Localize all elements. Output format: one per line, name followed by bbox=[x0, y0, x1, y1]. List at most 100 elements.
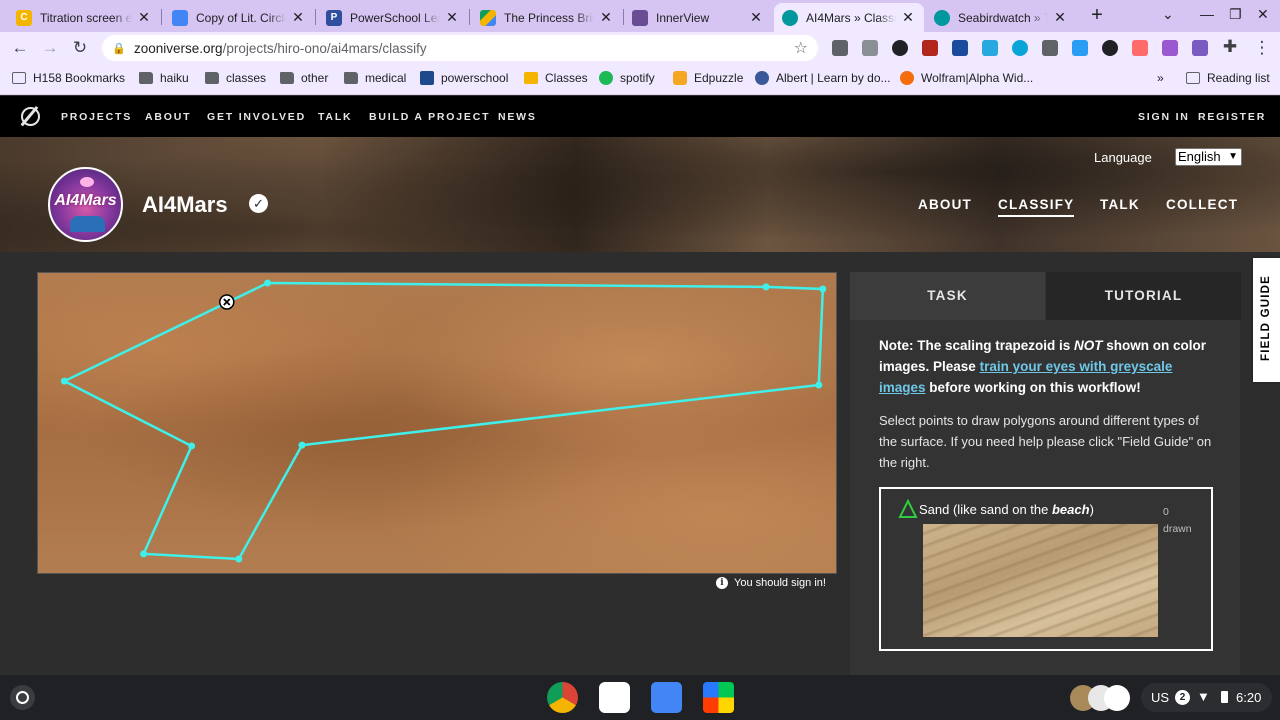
site-nav: PROJECTS ABOUT GET INVOLVED TALK BUILD A… bbox=[0, 96, 1280, 137]
tab-ai4mars[interactable]: AI4Mars » Classify ✕ bbox=[774, 3, 924, 32]
bookmark-star-icon[interactable]: ☆ bbox=[794, 38, 808, 58]
register-link[interactable]: REGISTER bbox=[1198, 111, 1266, 123]
docs-icon[interactable] bbox=[651, 682, 682, 713]
tab-lit-circle[interactable]: Copy of Lit. Circle ✕ bbox=[164, 3, 314, 32]
nav-build-a-project[interactable]: BUILD A PROJECT bbox=[369, 111, 490, 123]
extension-icon[interactable] bbox=[862, 40, 878, 56]
extension-icon[interactable] bbox=[1042, 40, 1058, 56]
tab-innerview[interactable]: InnerView ✕ bbox=[624, 3, 772, 32]
tab-seabirdwatch[interactable]: Seabirdwatch » Ta ✕ bbox=[926, 3, 1076, 32]
avatar-rover-icon bbox=[70, 216, 105, 232]
project-nav-collect[interactable]: COLLECT bbox=[1166, 197, 1238, 212]
extension-icon[interactable] bbox=[1072, 40, 1088, 56]
polygon-vertex[interactable] bbox=[815, 381, 823, 389]
chrome-icon[interactable] bbox=[547, 682, 578, 713]
bookmark-wolfram[interactable]: Wolfram|Alpha Wid... bbox=[900, 71, 1033, 85]
project-nav-talk[interactable]: TALK bbox=[1100, 197, 1140, 212]
extension-icon[interactable] bbox=[892, 40, 908, 56]
restore-icon[interactable]: ❐ bbox=[1229, 6, 1242, 23]
tab-powerschool[interactable]: P PowerSchool Lear ✕ bbox=[318, 3, 468, 32]
back-icon[interactable]: ← bbox=[10, 38, 30, 58]
nav-get-involved[interactable]: GET INVOLVED bbox=[207, 111, 306, 123]
polygon-vertex[interactable] bbox=[264, 279, 272, 287]
nav-about[interactable]: ABOUT bbox=[145, 111, 191, 123]
new-tab-button[interactable]: + bbox=[1086, 5, 1108, 27]
tab-princess-bride[interactable]: The Princess Bride ✕ bbox=[472, 3, 622, 32]
extension-icon[interactable] bbox=[1162, 40, 1178, 56]
bookmark-h158[interactable]: H158 Bookmarks bbox=[12, 71, 125, 85]
bookmark-medical[interactable]: medical bbox=[344, 71, 406, 85]
chevron-down-icon: ▼ bbox=[1228, 151, 1238, 162]
close-tab-icon[interactable]: ✕ bbox=[900, 9, 916, 26]
forward-icon[interactable]: → bbox=[40, 38, 60, 58]
polygon-vertex[interactable] bbox=[819, 285, 827, 293]
bookmark-spotify[interactable]: spotify bbox=[599, 71, 655, 85]
close-tab-icon[interactable]: ✕ bbox=[748, 9, 764, 26]
bookmark-haiku[interactable]: haiku bbox=[139, 71, 189, 85]
polygon-vertex[interactable] bbox=[60, 377, 68, 385]
tab-titration[interactable]: C Titration screen ex ✕ bbox=[8, 3, 160, 32]
extension-icon[interactable] bbox=[1192, 40, 1208, 56]
close-tab-icon[interactable]: ✕ bbox=[290, 9, 306, 26]
drawing-overlay[interactable] bbox=[38, 273, 837, 574]
folder-icon bbox=[280, 72, 294, 84]
minimize-icon[interactable]: — bbox=[1200, 6, 1214, 22]
extension-icon[interactable] bbox=[1132, 40, 1148, 56]
tool-label-text: ) bbox=[1089, 502, 1094, 517]
gmail-icon[interactable] bbox=[599, 682, 630, 713]
status-tray[interactable]: US 2 ▼ 6:20 bbox=[1141, 683, 1272, 712]
project-avatar[interactable]: AI4Mars bbox=[48, 167, 123, 242]
sand-polygon[interactable] bbox=[63, 281, 825, 561]
zooniverse-logo-icon[interactable] bbox=[21, 107, 40, 126]
holding-space-icon[interactable] bbox=[1070, 685, 1130, 711]
polygon-vertex[interactable] bbox=[188, 442, 196, 450]
tool-sand[interactable]: Sand (like sand on the beach) 0 drawn bbox=[879, 487, 1213, 651]
extension-icon[interactable] bbox=[952, 40, 968, 56]
extension-icon[interactable] bbox=[832, 40, 848, 56]
tab-search-icon[interactable]: ⌄ bbox=[1162, 6, 1174, 23]
extensions-puzzle-icon[interactable]: ✚ bbox=[1220, 37, 1240, 57]
sign-in-notice: i You should sign in! bbox=[716, 577, 826, 589]
project-nav-classify[interactable]: CLASSIFY bbox=[998, 197, 1075, 217]
extension-icon[interactable] bbox=[1102, 40, 1118, 56]
close-tab-icon[interactable]: ✕ bbox=[136, 9, 152, 26]
bookmarks-overflow-icon[interactable]: » bbox=[1157, 71, 1164, 85]
bookmark-other[interactable]: other bbox=[280, 71, 328, 85]
extension-icon[interactable] bbox=[1012, 40, 1028, 56]
launcher-icon[interactable] bbox=[10, 685, 35, 710]
bookmark-powerschool[interactable]: powerschool bbox=[420, 71, 508, 85]
project-nav-about[interactable]: ABOUT bbox=[918, 197, 972, 212]
sign-in-link[interactable]: SIGN IN bbox=[1138, 111, 1190, 123]
polygon-vertex[interactable] bbox=[235, 555, 243, 563]
close-tab-icon[interactable]: ✕ bbox=[1052, 9, 1068, 26]
reload-icon[interactable]: ↻ bbox=[70, 38, 90, 58]
language-select[interactable]: English ▼ bbox=[1175, 148, 1242, 166]
bookmark-edpuzzle[interactable]: Edpuzzle bbox=[673, 71, 743, 85]
polygon-vertex[interactable] bbox=[140, 550, 148, 558]
subject-image-canvas[interactable] bbox=[37, 272, 837, 574]
extension-icon[interactable] bbox=[982, 40, 998, 56]
tab-task[interactable]: TASK bbox=[850, 272, 1045, 320]
nav-news[interactable]: NEWS bbox=[498, 111, 537, 123]
nav-projects[interactable]: PROJECTS bbox=[61, 111, 132, 123]
project-title[interactable]: AI4Mars bbox=[142, 192, 228, 218]
address-bar[interactable]: 🔒 zooniverse.org/projects/hiro-ono/ai4ma… bbox=[102, 35, 818, 61]
tool-label-emphasis: beach bbox=[1051, 502, 1090, 517]
delete-vertex-icon[interactable] bbox=[219, 294, 235, 310]
field-guide-button[interactable]: FIELD GUIDE bbox=[1253, 258, 1280, 382]
extension-icon[interactable] bbox=[922, 40, 938, 56]
reading-list-button[interactable]: Reading list bbox=[1186, 71, 1270, 85]
bookmark-classes-folder[interactable]: classes bbox=[205, 71, 266, 85]
tab-title: Copy of Lit. Circle bbox=[196, 10, 286, 25]
nav-talk[interactable]: TALK bbox=[318, 111, 352, 123]
menu-kebab-icon[interactable]: ⋮ bbox=[1252, 38, 1272, 58]
polygon-vertex[interactable] bbox=[762, 283, 770, 291]
play-store-icon[interactable] bbox=[703, 682, 734, 713]
close-tab-icon[interactable]: ✕ bbox=[444, 9, 460, 26]
bookmark-albert[interactable]: Albert | Learn by do... bbox=[755, 71, 891, 85]
bookmark-classroom[interactable]: Classes bbox=[524, 71, 588, 85]
tab-tutorial[interactable]: TUTORIAL bbox=[1046, 272, 1241, 320]
polygon-vertex[interactable] bbox=[298, 441, 306, 449]
close-tab-icon[interactable]: ✕ bbox=[598, 9, 614, 26]
close-window-icon[interactable]: ✕ bbox=[1257, 6, 1269, 23]
